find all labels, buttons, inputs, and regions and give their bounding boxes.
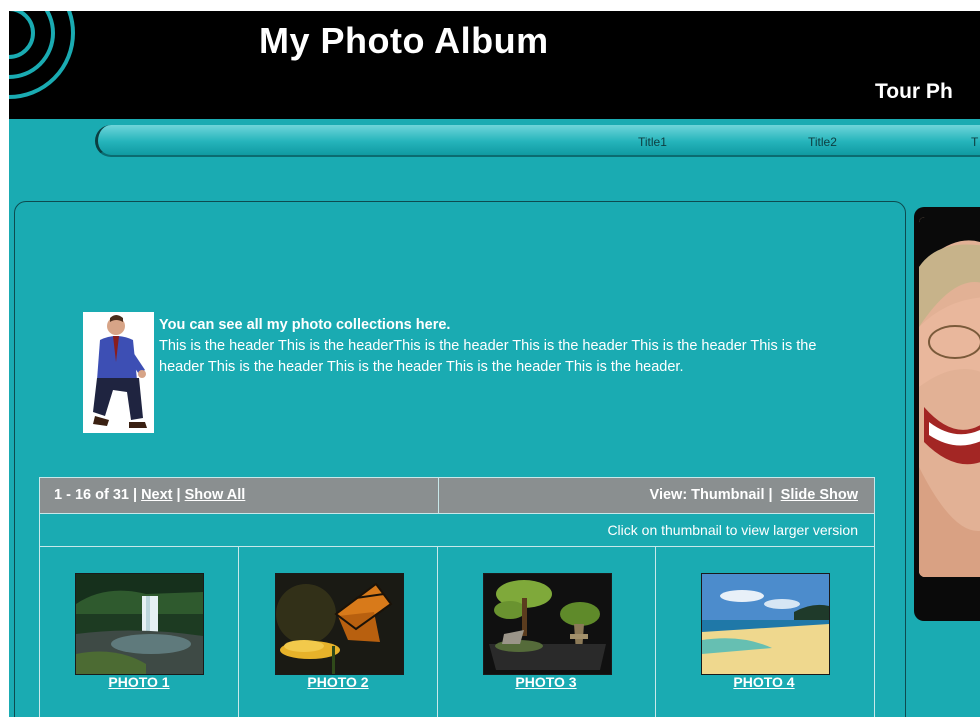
header-divider	[438, 478, 439, 513]
thumbnail-hint-row: Click on thumbnail to view larger versio…	[40, 514, 874, 547]
bonsai-photo-icon[interactable]	[483, 573, 612, 675]
thumbnail-cell: PHOTO 2	[239, 547, 438, 717]
show-all-link[interactable]: Show All	[185, 487, 246, 503]
author-photo-icon	[83, 312, 154, 433]
nav-bar: Title1 Title2 T	[87, 123, 980, 159]
beach-photo-icon[interactable]	[701, 573, 830, 675]
gallery-header: 1 - 16 of 31 | Next | Show All View: Thu…	[40, 478, 874, 514]
thumbnail-cell: PHOTO 4	[656, 547, 873, 717]
photo-caption-4[interactable]: PHOTO 4	[684, 674, 844, 690]
page: My Photo Album Tour Ph Title1 Title2 T Y…	[9, 11, 980, 717]
photo-caption-2[interactable]: PHOTO 2	[258, 674, 418, 690]
site-title: My Photo Album	[259, 20, 549, 61]
page-frame: My Photo Album Tour Ph Title1 Title2 T Y…	[0, 0, 980, 717]
featured-portrait	[914, 207, 980, 621]
smiling-woman-portrait-icon	[919, 217, 980, 577]
nav-item-title2[interactable]: Title2	[808, 135, 837, 149]
photo-caption-3[interactable]: PHOTO 3	[466, 674, 626, 690]
nav-item-title3[interactable]: T	[971, 135, 978, 149]
intro-heading: You can see all my photo collections her…	[159, 317, 451, 333]
next-link[interactable]: Next	[141, 487, 172, 503]
view-mode-bar: View: Thumbnail | Slide Show	[649, 487, 858, 503]
page-range: 1 - 16 of 31	[54, 487, 129, 503]
thumbnail-row: PHOTO 1 PHOTO 2 PHOTO 3 PHOTO 4	[40, 547, 874, 717]
intro-text: You can see all my photo collections her…	[159, 315, 819, 378]
header-banner: My Photo Album Tour Ph	[9, 11, 980, 119]
nav-item-title1[interactable]: Title1	[638, 135, 667, 149]
view-thumbnail-label: View: Thumbnail	[649, 487, 765, 503]
site-subtitle: Tour Ph	[875, 80, 953, 103]
photo-caption-1[interactable]: PHOTO 1	[59, 674, 219, 690]
thumbnail-hint: Click on thumbnail to view larger versio…	[607, 522, 858, 538]
waterfall-photo-icon[interactable]	[75, 573, 204, 675]
thumbnail-cell: PHOTO 1	[40, 547, 239, 717]
slide-show-link[interactable]: Slide Show	[781, 487, 858, 503]
photo-gallery: 1 - 16 of 31 | Next | Show All View: Thu…	[39, 477, 875, 717]
pagination-bar: 1 - 16 of 31 | Next | Show All	[54, 487, 246, 503]
nav-pill: Title1 Title2 T	[95, 125, 980, 157]
intro-body: This is the header This is the headerThi…	[159, 338, 817, 375]
butterfly-photo-icon[interactable]	[275, 573, 404, 675]
thumbnail-cell: PHOTO 3	[438, 547, 656, 717]
swirl-logo-icon	[9, 11, 199, 99]
